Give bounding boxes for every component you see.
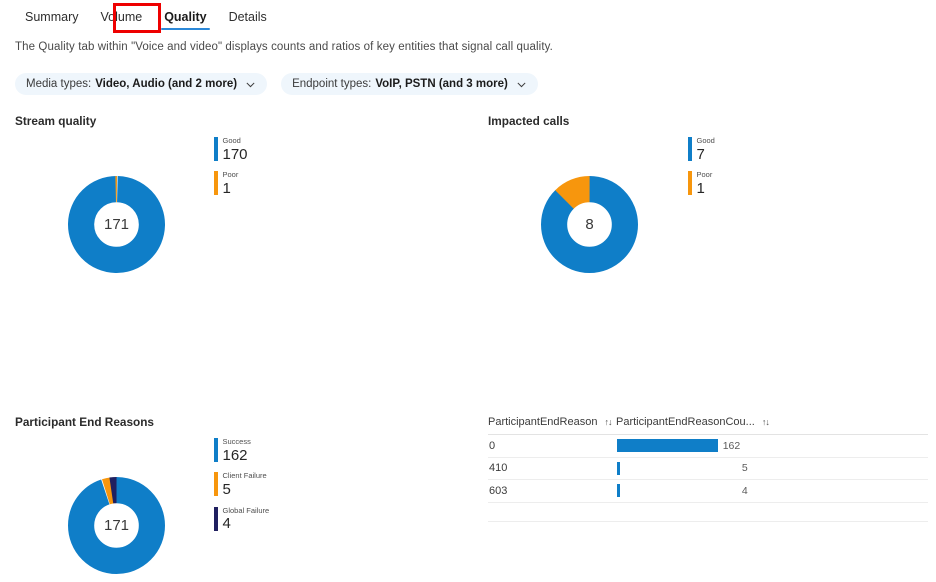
sort-icon: ↑↓ xyxy=(761,417,770,427)
legend-swatch-good xyxy=(688,137,692,161)
table-header-participantendreason[interactable]: ParticipantEndReason ↑↓ xyxy=(488,416,616,428)
legend-item[interactable]: Client Failure 5 xyxy=(214,472,269,497)
legend-swatch-poor xyxy=(688,171,692,196)
table-cell-count: 5 xyxy=(616,458,928,480)
tab-quality-label: Quality xyxy=(164,10,207,24)
table-row[interactable]: 0 162 xyxy=(488,435,928,458)
legend-value-global-failure: 4 xyxy=(222,515,231,532)
tab-volume-label: Volume xyxy=(100,10,143,24)
filter-bar: Media types: Video, Audio (and 2 more) E… xyxy=(15,73,538,95)
filter-endpoint-types-label: Endpoint types: xyxy=(292,78,372,90)
filter-endpoint-types-value: VoIP, PSTN (and 3 more) xyxy=(375,78,508,90)
legend-value-poor: 1 xyxy=(222,179,231,197)
legend-stream-quality: Good 170 Poor 1 xyxy=(214,137,248,206)
legend-label-good: Good xyxy=(222,136,241,145)
legend-swatch-poor xyxy=(214,171,218,196)
tab-details-label: Details xyxy=(228,10,267,24)
table-cell-reason: 410 xyxy=(489,462,508,475)
legend-value-poor: 1 xyxy=(696,179,705,197)
legend-item[interactable]: Success 162 xyxy=(214,438,269,463)
table-header-row: ParticipantEndReason ↑↓ ParticipantEndRe… xyxy=(488,410,928,435)
page-description: The Quality tab within "Voice and video"… xyxy=(15,41,553,53)
legend-value-client-failure: 5 xyxy=(222,480,231,498)
donut-svg-impacted-calls xyxy=(541,175,638,273)
filter-media-types-value: Video, Audio (and 2 more) xyxy=(95,78,238,90)
legend-value-good: 170 xyxy=(222,145,248,163)
donut-chart-participant-end-reasons: 171 xyxy=(68,477,165,574)
legend-participant-end-reasons: Success 162 Client Failure 5 Global Fail… xyxy=(214,438,269,541)
table-cell-count-value: 4 xyxy=(741,484,748,497)
table-cell-count-value: 162 xyxy=(722,439,741,452)
chevron-down-icon xyxy=(245,79,256,90)
table-cell-count-value: 5 xyxy=(741,462,748,475)
legend-swatch-global-failure xyxy=(214,506,218,531)
legend-label-good: Good xyxy=(696,136,715,145)
legend-item[interactable]: Poor 1 xyxy=(688,171,715,196)
count-bar xyxy=(616,439,718,453)
tab-summary[interactable]: Summary xyxy=(14,0,89,34)
table-header-participantendreason-label: ParticipantEndReason xyxy=(488,416,598,428)
tab-details[interactable]: Details xyxy=(218,0,278,34)
table-row[interactable]: 410 5 xyxy=(488,458,928,480)
legend-label-poor: Poor xyxy=(696,170,713,180)
chevron-down-icon xyxy=(516,79,527,90)
filter-media-types[interactable]: Media types: Video, Audio (and 2 more) xyxy=(15,73,268,95)
legend-swatch-client-failure xyxy=(214,472,218,497)
sort-icon: ↑↓ xyxy=(604,417,612,427)
panel-title-stream-quality: Stream quality xyxy=(15,114,97,128)
legend-item[interactable]: Global Failure 4 xyxy=(214,505,270,532)
legend-swatch-success xyxy=(214,438,218,462)
table-header-participantendreasoncount-label: ParticipantEndReasonCou... xyxy=(616,416,755,428)
donut-svg-participant-end-reasons xyxy=(68,477,165,574)
table-header-participantendreasoncount[interactable]: ParticipantEndReasonCou... ↑↓ xyxy=(616,416,928,428)
table-cell-count: 162 xyxy=(616,435,928,457)
legend-item[interactable]: Poor 1 xyxy=(214,171,248,196)
table-cell-reason: 603 xyxy=(489,484,508,497)
participant-end-reason-table: ParticipantEndReason ↑↓ ParticipantEndRe… xyxy=(488,410,928,522)
legend-swatch-good xyxy=(214,137,218,161)
legend-item[interactable]: Good 7 xyxy=(688,137,715,162)
legend-label-poor: Poor xyxy=(222,170,239,180)
tab-summary-label: Summary xyxy=(25,10,79,24)
filter-media-types-label: Media types: xyxy=(26,78,92,90)
legend-item[interactable]: Good 170 xyxy=(214,137,248,162)
tab-bar: Summary Volume Quality Details xyxy=(0,0,936,34)
tab-volume[interactable]: Volume xyxy=(89,0,153,34)
legend-value-good: 7 xyxy=(696,145,705,163)
table-row[interactable]: 603 4 xyxy=(488,480,928,503)
donut-svg-stream-quality xyxy=(68,176,165,273)
filter-endpoint-types[interactable]: Endpoint types: VoIP, PSTN (and 3 more) xyxy=(281,73,538,95)
panel-title-participant-end-reasons: Participant End Reasons xyxy=(15,415,154,429)
legend-label-global-failure: Global Failure xyxy=(222,505,270,515)
tab-quality[interactable]: Quality xyxy=(153,0,217,34)
table-footer-spacer xyxy=(488,503,928,522)
legend-value-success: 162 xyxy=(222,446,248,464)
panel-title-impacted-calls: Impacted calls xyxy=(488,114,570,128)
table-cell-count: 4 xyxy=(616,480,928,502)
legend-impacted-calls: Good 7 Poor 1 xyxy=(688,137,715,206)
donut-chart-impacted-calls: 8 xyxy=(541,175,638,273)
legend-label-success: Success xyxy=(222,437,251,446)
table-cell-reason: 0 xyxy=(489,439,496,452)
donut-chart-stream-quality: 171 xyxy=(68,176,165,273)
legend-label-client-failure: Client Failure xyxy=(222,471,267,481)
